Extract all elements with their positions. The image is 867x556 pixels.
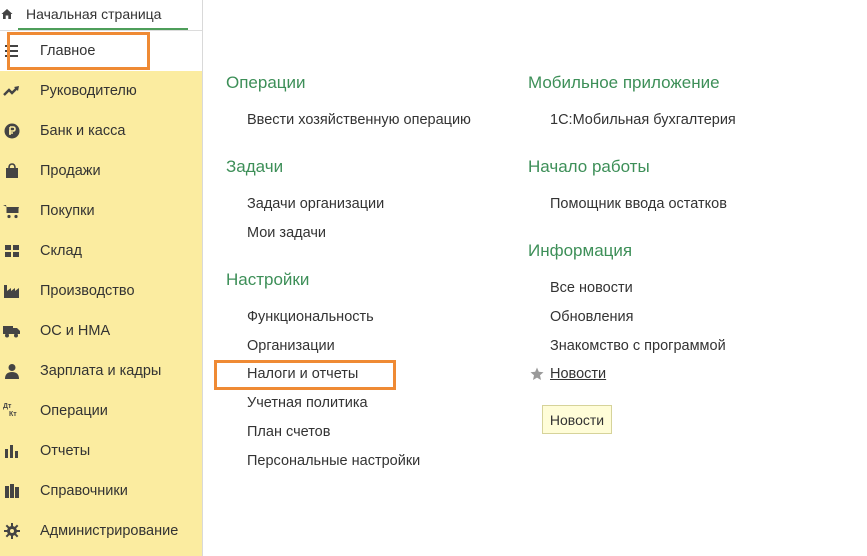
shopping-bag-icon	[3, 163, 20, 179]
sidebar-item-label: Главное	[40, 43, 96, 59]
gear-icon	[3, 523, 20, 539]
sidebar-item-label: ОС и НМА	[40, 323, 111, 339]
cart-icon	[3, 203, 20, 219]
sidebar-item-sales[interactable]: Продажи	[0, 151, 202, 191]
ruble-coin-icon	[3, 123, 20, 139]
link-organizations[interactable]: Организации	[247, 338, 335, 354]
section-title-start: Начало работы	[528, 157, 650, 176]
dt-kt-icon: Дт Кт	[3, 403, 20, 419]
link-all-news[interactable]: Все новости	[550, 280, 633, 296]
sidebar-item-main[interactable]: Главное	[0, 31, 202, 71]
home-tab[interactable]: Начальная страница	[0, 0, 202, 30]
sidebar-item-purchases[interactable]: Покупки	[0, 191, 202, 231]
section-title-settings: Настройки	[226, 270, 310, 289]
sidebar: Главное Руководителю Банк и касса Продаж…	[0, 31, 202, 556]
sidebar-item-label: Справочники	[40, 483, 128, 499]
sidebar-item-manager[interactable]: Руководителю	[0, 71, 202, 111]
link-functionality[interactable]: Функциональность	[247, 309, 374, 325]
link-my-tasks[interactable]: Мои задачи	[247, 225, 326, 241]
news-button[interactable]: Новости	[542, 405, 612, 434]
books-icon	[3, 483, 20, 499]
sidebar-item-production[interactable]: Производство	[0, 271, 202, 311]
sidebar-item-salary[interactable]: Зарплата и кадры	[0, 351, 202, 391]
sidebar-item-label: Продажи	[40, 163, 101, 179]
sidebar-item-reports[interactable]: Отчеты	[0, 431, 202, 471]
section-title-operations: Операции	[226, 73, 306, 92]
sidebar-item-warehouse[interactable]: Склад	[0, 231, 202, 271]
link-chart-of-accounts[interactable]: План счетов	[247, 424, 330, 440]
sidebar-item-label: Администрирование	[40, 523, 179, 539]
sidebar-item-directories[interactable]: Справочники	[0, 471, 202, 511]
link-org-tasks[interactable]: Задачи организации	[247, 196, 384, 212]
home-tab-label: Начальная страница	[26, 6, 162, 22]
link-balance-wizard[interactable]: Помощник ввода остатков	[550, 196, 727, 212]
link-taxes-reports[interactable]: Налоги и отчеты	[247, 366, 358, 382]
link-intro[interactable]: Знакомство с программой	[550, 338, 726, 354]
factory-icon	[3, 283, 20, 299]
trend-icon	[3, 83, 20, 99]
kt-label: Кт	[9, 411, 17, 418]
link-news[interactable]: Новости	[550, 366, 606, 382]
link-accounting-policy[interactable]: Учетная политика	[247, 395, 368, 411]
sidebar-item-label: Банк и касса	[40, 123, 126, 139]
sidebar-item-label: Отчеты	[40, 443, 91, 459]
sidebar-item-assets[interactable]: ОС и НМА	[0, 311, 202, 351]
sidebar-item-bank[interactable]: Банк и касса	[0, 111, 202, 151]
warehouse-grid-icon	[3, 243, 20, 259]
sidebar-item-label: Операции	[40, 403, 108, 419]
section-title-tasks: Задачи	[226, 157, 284, 176]
section-title-mobile: Мобильное приложение	[528, 73, 720, 92]
link-enter-operation[interactable]: Ввести хозяйственную операцию	[247, 112, 471, 128]
link-updates[interactable]: Обновления	[550, 309, 634, 325]
home-icon	[1, 9, 13, 19]
bar-chart-icon	[3, 443, 20, 459]
sidebar-item-label: Склад	[40, 243, 82, 259]
sidebar-item-label: Зарплата и кадры	[40, 363, 162, 379]
section-title-info: Информация	[528, 241, 633, 260]
menu-lines-icon	[3, 43, 20, 59]
sidebar-item-admin[interactable]: Администрирование	[0, 511, 202, 551]
sidebar-item-label: Производство	[40, 283, 135, 299]
sidebar-item-label: Покупки	[40, 203, 95, 219]
sidebar-item-label: Руководителю	[40, 83, 137, 99]
sidebar-divider	[202, 0, 203, 556]
link-mobile-accounting[interactable]: 1С:Мобильная бухгалтерия	[550, 112, 736, 128]
link-personal-settings[interactable]: Персональные настройки	[247, 453, 420, 469]
dt-label: Дт	[3, 403, 12, 410]
sidebar-item-operations[interactable]: Дт Кт Операции	[0, 391, 202, 431]
star-icon[interactable]	[530, 367, 544, 381]
person-icon	[3, 363, 20, 379]
truck-icon	[3, 323, 20, 339]
